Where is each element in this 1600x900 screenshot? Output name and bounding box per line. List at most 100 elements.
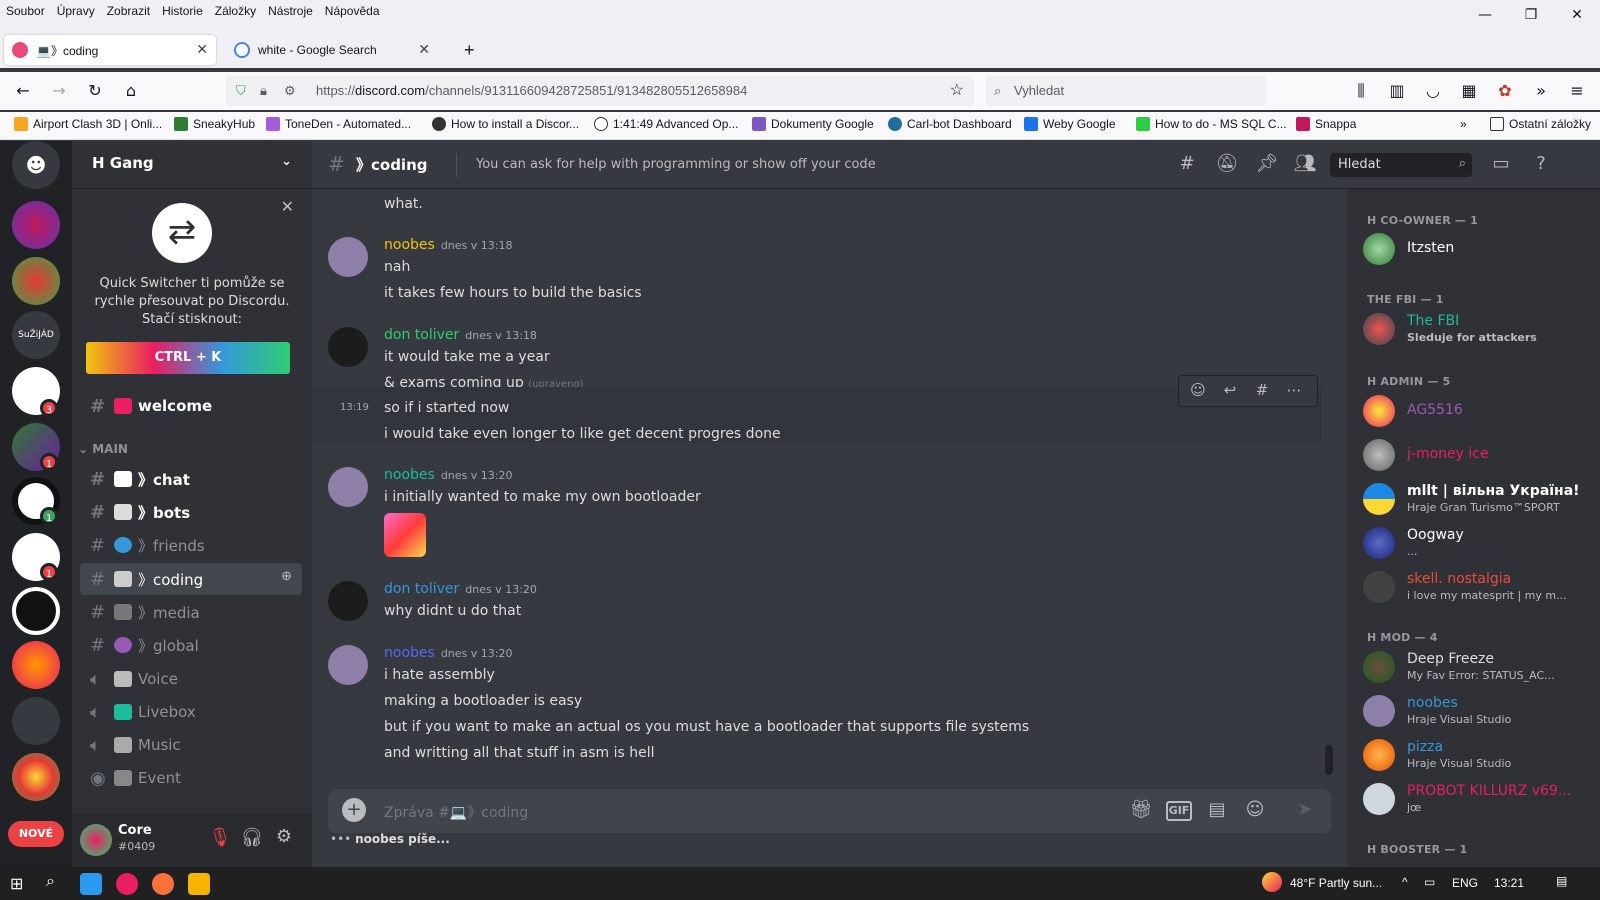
pocket-icon[interactable]: ◡	[1422, 80, 1444, 102]
message-author[interactable]: noobes dnes v 13:20	[384, 645, 512, 661]
bookmark-item[interactable]: Carl-bot Dashboard	[888, 117, 1012, 131]
channel-welcome[interactable]: # welcome	[80, 390, 302, 422]
container-icon[interactable]: ▦	[1458, 80, 1480, 102]
mute-microphone-icon[interactable]: 🎙︎	[208, 827, 232, 848]
bookmark-item[interactable]: Dokumenty Google	[752, 117, 874, 131]
message-author[interactable]: don toliver dnes v 13:20	[384, 581, 537, 597]
extension-icon[interactable]: ✿	[1494, 80, 1516, 102]
weather-text[interactable]: 48°F Partly sun...	[1290, 876, 1382, 890]
scrollbar-thumb[interactable]	[1325, 745, 1333, 775]
search-icon[interactable]: ⌕	[46, 873, 55, 891]
scrollbar[interactable]	[1323, 189, 1335, 777]
bookmark-item[interactable]: ToneDen - Automated...	[266, 117, 411, 131]
tab-close-icon[interactable]: ✕	[418, 41, 430, 58]
lock-icon[interactable]: 🔒︎	[260, 76, 267, 106]
channel-global[interactable]: # 》global	[80, 629, 302, 661]
member-item[interactable]: Oogway ...	[1363, 527, 1593, 569]
member-item[interactable]: AG5516	[1363, 395, 1593, 437]
sidebar-icon[interactable]: ▥	[1386, 80, 1408, 102]
channel-friends[interactable]: # 》friends	[80, 529, 302, 561]
avatar[interactable]	[328, 645, 368, 685]
new-tab-button[interactable]: +	[456, 35, 486, 65]
channel-music[interactable]: 🔈︎ Music	[80, 729, 302, 761]
upload-plus-icon[interactable]: +	[342, 798, 366, 822]
browser-search-input[interactable]: ⌕ Vyhledat	[986, 76, 1266, 106]
member-item[interactable]: skell. nostalgia i love my matesprit | m…	[1363, 571, 1593, 613]
member-item[interactable]: PROBOT KILLURZ v69... jœ	[1363, 783, 1593, 825]
channel-media[interactable]: # 》media	[80, 596, 302, 628]
bookmark-item[interactable]: 1:41:49 Advanced Op...	[594, 117, 738, 131]
discord-home-icon[interactable]: ☻	[12, 141, 60, 189]
server-icon[interactable]	[12, 697, 60, 745]
menu-upravy[interactable]: Úpravy	[51, 4, 101, 18]
avatar[interactable]	[328, 237, 368, 277]
channel-event[interactable]: ◉ Event	[80, 762, 302, 794]
channel-voice[interactable]: 🔈︎ Voice	[80, 663, 302, 695]
emoji-icon[interactable]: ☺	[1242, 799, 1268, 820]
notifications-icon[interactable]: ▤	[1556, 874, 1567, 888]
member-item[interactable]: noobes Hraje Visual Studio	[1363, 695, 1593, 737]
vscode-icon[interactable]	[80, 873, 102, 895]
notification-bell-icon[interactable]: 🔕︎	[1214, 153, 1240, 174]
bookmark-item[interactable]: How to do - MS SQL C...	[1136, 117, 1287, 131]
message-composer[interactable]: + Zpráva #💻》coding 🎁︎ GIF ▤ ☺ ➤	[328, 789, 1331, 833]
firefox-icon[interactable]	[152, 873, 174, 895]
menu-zobrazit[interactable]: Zobrazit	[101, 4, 156, 18]
invite-icon[interactable]: ⊕	[281, 569, 292, 584]
bookmark-item[interactable]: Airport Clash 3D | Onli...	[14, 117, 162, 131]
more-icon[interactable]: ⋯	[1281, 381, 1307, 399]
channel-livebox[interactable]: 🔈︎ Livebox	[80, 696, 302, 728]
settings-gear-icon[interactable]: ⚙	[272, 826, 296, 847]
other-bookmarks[interactable]: Ostatní záložky	[1490, 117, 1591, 131]
message-author[interactable]: don toliver dnes v 13:18	[384, 327, 537, 343]
send-icon[interactable]: ➤	[1292, 799, 1318, 820]
shield-icon[interactable]: ⛉	[236, 76, 246, 106]
app-icon[interactable]	[116, 873, 138, 895]
category-main[interactable]: ⌄ MAIN	[78, 442, 128, 456]
channel-coding[interactable]: # 》coding ⊕	[80, 563, 302, 595]
bookmark-item[interactable]: How to install a Discor...	[432, 117, 579, 131]
member-item[interactable]: Itzsten	[1363, 233, 1593, 275]
weather-icon[interactable]	[1262, 872, 1282, 892]
language-indicator[interactable]: ENG	[1452, 876, 1478, 890]
library-icon[interactable]: ⫼	[1350, 80, 1372, 102]
tray-chevron-icon[interactable]: ^	[1402, 875, 1408, 889]
avatar[interactable]	[80, 824, 112, 856]
forward-icon[interactable]: →	[48, 80, 70, 102]
back-icon[interactable]: ←	[12, 80, 34, 102]
clock[interactable]: 13:21	[1494, 876, 1524, 890]
help-icon[interactable]: ?	[1528, 153, 1554, 174]
network-icon[interactable]: ▭	[1424, 875, 1435, 889]
reload-icon[interactable]: ↻	[84, 80, 106, 102]
create-thread-icon[interactable]: #	[1249, 381, 1275, 399]
avatar[interactable]	[328, 467, 368, 507]
add-reaction-icon[interactable]: ☺	[1185, 381, 1211, 399]
gif-icon[interactable]: GIF	[1166, 801, 1192, 821]
server-icon[interactable]	[12, 641, 60, 689]
bookmark-item[interactable]: Snappa	[1296, 117, 1356, 131]
tab-close-icon[interactable]: ✕	[196, 41, 208, 58]
message-author[interactable]: noobes dnes v 13:18	[384, 237, 512, 253]
url-bar[interactable]: ⛉ 🔒︎ ⚙ https://discord.com/channels/9131…	[226, 76, 974, 106]
server-icon[interactable]	[12, 257, 60, 305]
inbox-icon[interactable]: ▭	[1488, 153, 1514, 174]
file-explorer-icon[interactable]	[188, 873, 210, 895]
headphones-icon[interactable]: 🎧︎	[240, 827, 264, 848]
pin-icon[interactable]: 📌︎	[1254, 153, 1280, 174]
message-author[interactable]: noobes dnes v 13:20	[384, 467, 512, 483]
member-item[interactable]: The FBI Sleduje for attackers	[1363, 313, 1593, 355]
windows-start-icon[interactable]: ⊞	[10, 874, 23, 894]
member-item[interactable]: pizza Hraje Visual Studio	[1363, 739, 1593, 781]
search-input[interactable]: Hledat ⌕	[1330, 153, 1472, 177]
server-icon[interactable]	[12, 587, 60, 635]
menu-napoveda[interactable]: Nápověda	[319, 4, 386, 18]
browser-tab-coding[interactable]: 💻》coding ✕	[4, 35, 216, 65]
menu-nastroje[interactable]: Nástroje	[262, 4, 319, 18]
channel-chat[interactable]: # 》chat	[80, 463, 302, 495]
app-menu-icon[interactable]: ≡	[1566, 80, 1588, 102]
avatar[interactable]	[328, 581, 368, 621]
overflow-icon[interactable]: »	[1530, 80, 1552, 102]
new-badge[interactable]: NOVÉ	[8, 821, 64, 847]
chevron-down-icon[interactable]: ⌄	[281, 154, 292, 169]
bookmark-item[interactable]: SneakyHub	[174, 117, 255, 131]
